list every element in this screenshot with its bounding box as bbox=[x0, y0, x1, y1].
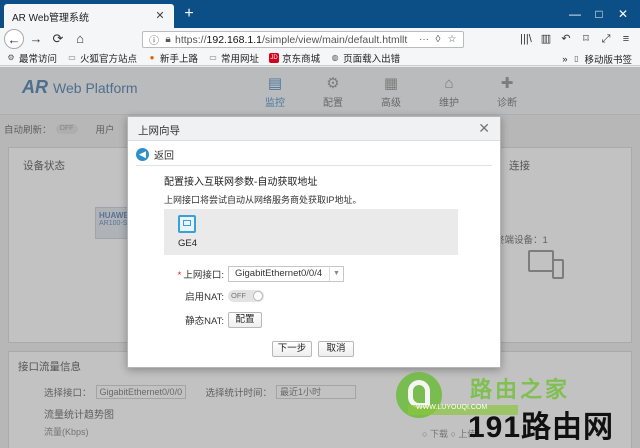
wan-interface-select[interactable]: GigabitEthernet0/0/4 ▼ bbox=[228, 266, 344, 282]
divider bbox=[136, 165, 492, 166]
step-description: 上网接口将尝试自动从网络服务商处获取IP地址。 bbox=[164, 195, 362, 205]
browser-navbar: ← → ⟳ ⌂ ⓘ 🔒︎ https://192.168.1.1/simple/… bbox=[0, 28, 640, 50]
reload-button[interactable]: ⟳ bbox=[48, 29, 68, 49]
dialog-header: 上网向导 ✕ bbox=[128, 117, 500, 141]
bookmark-label: 火狐官方站点 bbox=[80, 53, 138, 65]
address-bar[interactable]: ⓘ 🔒︎ https://192.168.1.1/simple/view/mai… bbox=[142, 31, 464, 48]
screenshot-icon[interactable]: ⌑ bbox=[576, 30, 596, 48]
mobile-bookmarks[interactable]: ▯ 移动版书签 bbox=[571, 52, 632, 66]
gear-icon: ⚙ bbox=[7, 52, 15, 62]
close-window-icon[interactable]: ✕ bbox=[614, 5, 632, 23]
folder-icon: ▭ bbox=[68, 52, 76, 62]
back-link[interactable]: ◀ 返回 bbox=[136, 147, 174, 162]
fullscreen-icon[interactable]: ⤢ bbox=[596, 30, 616, 48]
bookmark-jd[interactable]: JD 京东商城 bbox=[269, 51, 320, 65]
toggle-knob bbox=[253, 291, 263, 301]
sidebar-icon[interactable]: ▥ bbox=[536, 30, 556, 48]
cancel-button[interactable]: 取消 bbox=[318, 341, 354, 357]
new-tab-button[interactable]: + bbox=[180, 5, 198, 23]
required-mark: * bbox=[177, 270, 182, 281]
url-text[interactable]: https://192.168.1.1/simple/view/main/def… bbox=[175, 34, 417, 46]
bookmark-overflow-icon[interactable]: » bbox=[562, 54, 567, 65]
menu-icon[interactable]: ≡ bbox=[616, 30, 636, 48]
tab-close-icon[interactable]: ✕ bbox=[154, 10, 166, 22]
port-label: GE4 bbox=[178, 238, 198, 249]
ethernet-port-icon[interactable] bbox=[178, 215, 196, 233]
watermark-title: 路由之家 bbox=[470, 377, 571, 402]
watermark-site-name: 191路由网 bbox=[468, 411, 615, 444]
next-step-button[interactable]: 下一步 bbox=[272, 341, 312, 357]
chevron-down-icon: ▼ bbox=[329, 267, 343, 281]
static-nat-config-button[interactable]: 配置 bbox=[228, 312, 262, 328]
forward-button[interactable]: → bbox=[26, 29, 46, 49]
globe-icon: ◍ bbox=[331, 52, 339, 62]
port-panel: GE4 bbox=[164, 209, 458, 255]
browser-tabbar: AR Web管理系统 ✕ + — □ ✕ bbox=[0, 0, 640, 28]
minimize-icon[interactable]: — bbox=[566, 5, 584, 23]
static-nat-label: 静态NAT: bbox=[185, 316, 224, 327]
undo-icon[interactable]: ↶ bbox=[556, 30, 576, 48]
home-button[interactable]: ⌂ bbox=[70, 29, 90, 49]
step-title: 配置接入互联网参数-自动获取地址 bbox=[164, 177, 318, 188]
bookmark-common-sites[interactable]: ▭ 常用网址 bbox=[208, 51, 259, 65]
lock-icon: 🔒︎ bbox=[165, 34, 171, 45]
wan-interface-row: * 上网接口: GigabitEthernet0/0/4 ▼ bbox=[128, 266, 344, 282]
bookmarks-bar: ⚙ 最常访问 ▭ 火狐官方站点 ● 新手上路 ▭ 常用网址 JD 京东商城 ◍ … bbox=[0, 50, 640, 66]
bookmark-label: 页面载入出错 bbox=[343, 53, 401, 65]
nat-toggle-state: OFF bbox=[231, 291, 246, 300]
back-button[interactable]: ← bbox=[4, 29, 24, 49]
more-actions-icon[interactable]: ··· bbox=[417, 34, 431, 45]
nat-toggle[interactable]: OFF bbox=[228, 290, 264, 302]
library-icon[interactable]: |||\ bbox=[516, 30, 536, 48]
bookmark-label: 最常访问 bbox=[19, 53, 58, 65]
internet-wizard-dialog: 上网向导 ✕ ◀ 返回 配置接入互联网参数-自动获取地址 上网接口将尝试自动从网… bbox=[127, 116, 501, 368]
dialog-close-icon[interactable]: ✕ bbox=[478, 120, 490, 136]
bookmark-label: 京东商城 bbox=[282, 53, 321, 65]
bookmark-most-visited[interactable]: ⚙ 最常访问 bbox=[6, 51, 57, 65]
info-icon[interactable]: ⓘ bbox=[147, 32, 161, 47]
nat-label: 启用NAT: bbox=[185, 292, 224, 303]
bookmark-load-error[interactable]: ◍ 页面载入出错 bbox=[330, 51, 401, 65]
nat-row: 启用NAT: OFF bbox=[128, 289, 264, 303]
mobile-bookmark-icon: ▯ bbox=[574, 54, 579, 63]
maximize-icon[interactable]: □ bbox=[590, 5, 608, 23]
jd-icon: JD bbox=[269, 52, 280, 63]
wan-interface-label: * 上网接口: bbox=[128, 267, 228, 281]
wan-label-text: 上网接口: bbox=[183, 270, 224, 281]
bookmark-label: 移动版书签 bbox=[584, 55, 632, 66]
back-label: 返回 bbox=[154, 151, 174, 162]
tab-title: AR Web管理系统 bbox=[12, 12, 90, 24]
dialog-title: 上网向导 bbox=[138, 125, 180, 137]
folder-icon: ▭ bbox=[209, 52, 217, 62]
bookmark-firefox-site[interactable]: ▭ 火狐官方站点 bbox=[67, 51, 137, 65]
static-nat-row: 静态NAT: 配置 bbox=[128, 312, 262, 328]
bookmark-label: 常用网址 bbox=[221, 53, 260, 65]
firefox-icon: ● bbox=[149, 52, 155, 62]
pocket-icon[interactable]: ◊ bbox=[431, 34, 445, 45]
wan-interface-value: GigabitEthernet0/0/4 bbox=[235, 268, 323, 279]
bookmark-getting-started[interactable]: ● 新手上路 bbox=[147, 51, 198, 65]
bookmark-star-icon[interactable]: ☆ bbox=[445, 34, 459, 45]
bookmark-label: 新手上路 bbox=[160, 53, 199, 65]
browser-tab[interactable]: AR Web管理系统 ✕ bbox=[4, 4, 174, 28]
back-arrow-icon: ◀ bbox=[136, 148, 149, 161]
